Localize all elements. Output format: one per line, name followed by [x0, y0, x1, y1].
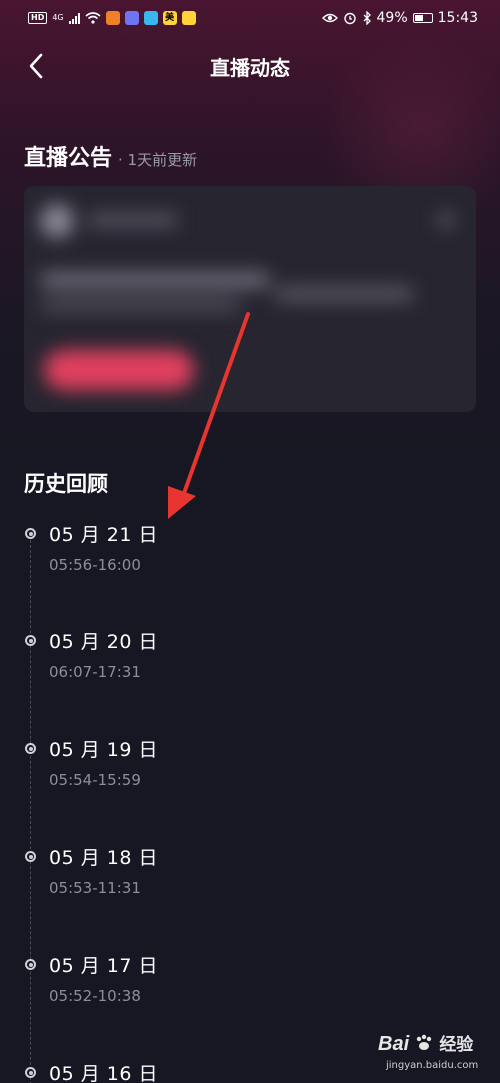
history-item-time: 05:53-11:31	[49, 879, 141, 897]
timeline-dot-icon	[25, 635, 36, 646]
timeline-dot-icon	[25, 851, 36, 862]
meituan-icon: 美	[162, 11, 177, 25]
history-item[interactable]: 05 月 18 日 05:53-11:31	[0, 843, 500, 943]
history-item[interactable]: 05 月 20 日 06:07-17:31	[0, 627, 500, 727]
network-type-icon: 4G	[52, 13, 64, 22]
blurred-text-line	[40, 298, 240, 312]
history-item[interactable]: 05 月 19 日 05:54-15:59	[0, 735, 500, 835]
blurred-announcement-content	[24, 186, 476, 412]
battery-percent: 49%	[376, 10, 408, 26]
timeline-dot-icon	[25, 528, 36, 539]
clock: 15:43	[437, 10, 478, 26]
status-bar: HD 4G 美 49% 15:43	[0, 0, 500, 36]
alarm-icon	[343, 12, 356, 25]
baidu-logo: Bai	[378, 1033, 410, 1055]
signal-icon	[68, 12, 80, 24]
blurred-action-button	[44, 350, 194, 390]
announcement-card[interactable]	[24, 186, 476, 412]
app-notification-icon	[124, 11, 139, 25]
history-item[interactable]: 05 月 21 日 05:56-16:00	[0, 520, 500, 620]
history-item-date: 05 月 19 日	[49, 739, 158, 761]
history-item-date: 05 月 21 日	[49, 524, 158, 546]
blurred-text-line	[274, 286, 414, 302]
top-nav-bar: 直播动态	[0, 36, 500, 96]
timeline-dot-icon	[25, 1067, 36, 1078]
history-item-time: 05:56-16:00	[49, 556, 141, 574]
timeline-dot-icon	[25, 959, 36, 970]
page-title: 直播动态	[210, 56, 290, 80]
baidu-jingyan-watermark: Bai 经验 jingyan.baidu.com	[378, 1030, 496, 1078]
wifi-icon	[85, 12, 101, 24]
history-item-date: 05 月 16 日	[49, 1063, 158, 1083]
app-notification-icon	[181, 11, 196, 25]
timeline-dot-icon	[25, 743, 36, 754]
app-notification-icon	[143, 11, 158, 25]
history-item-date: 05 月 17 日	[49, 955, 158, 977]
announcement-title: 直播公告	[24, 146, 113, 171]
blurred-icon	[438, 212, 454, 228]
announcement-updated-time: · 1天前更新	[118, 151, 198, 169]
history-title: 历史回顾	[24, 472, 108, 496]
battery-icon	[412, 13, 433, 23]
avatar	[40, 204, 74, 238]
app-notification-icon	[105, 11, 120, 25]
watermark-url: jingyan.baidu.com	[386, 1060, 479, 1071]
blurred-text-line	[40, 272, 270, 288]
paw-icon	[417, 1034, 432, 1050]
history-item-time: 05:52-10:38	[49, 987, 141, 1005]
history-item-time: 05:54-15:59	[49, 771, 141, 789]
hd-icon: HD	[28, 12, 48, 24]
jingyan-logo-text: 经验	[439, 1035, 474, 1054]
eye-icon	[321, 13, 338, 23]
history-item-time: 06:07-17:31	[49, 663, 141, 681]
status-bar-right: 49% 15:43	[321, 10, 478, 26]
blurred-name	[88, 214, 178, 226]
history-item-date: 05 月 18 日	[49, 847, 158, 869]
announcement-header: 直播公告 · 1天前更新	[24, 140, 197, 172]
status-bar-left: HD 4G 美	[28, 11, 196, 25]
bluetooth-icon	[363, 11, 371, 25]
history-item-date: 05 月 20 日	[49, 631, 158, 653]
